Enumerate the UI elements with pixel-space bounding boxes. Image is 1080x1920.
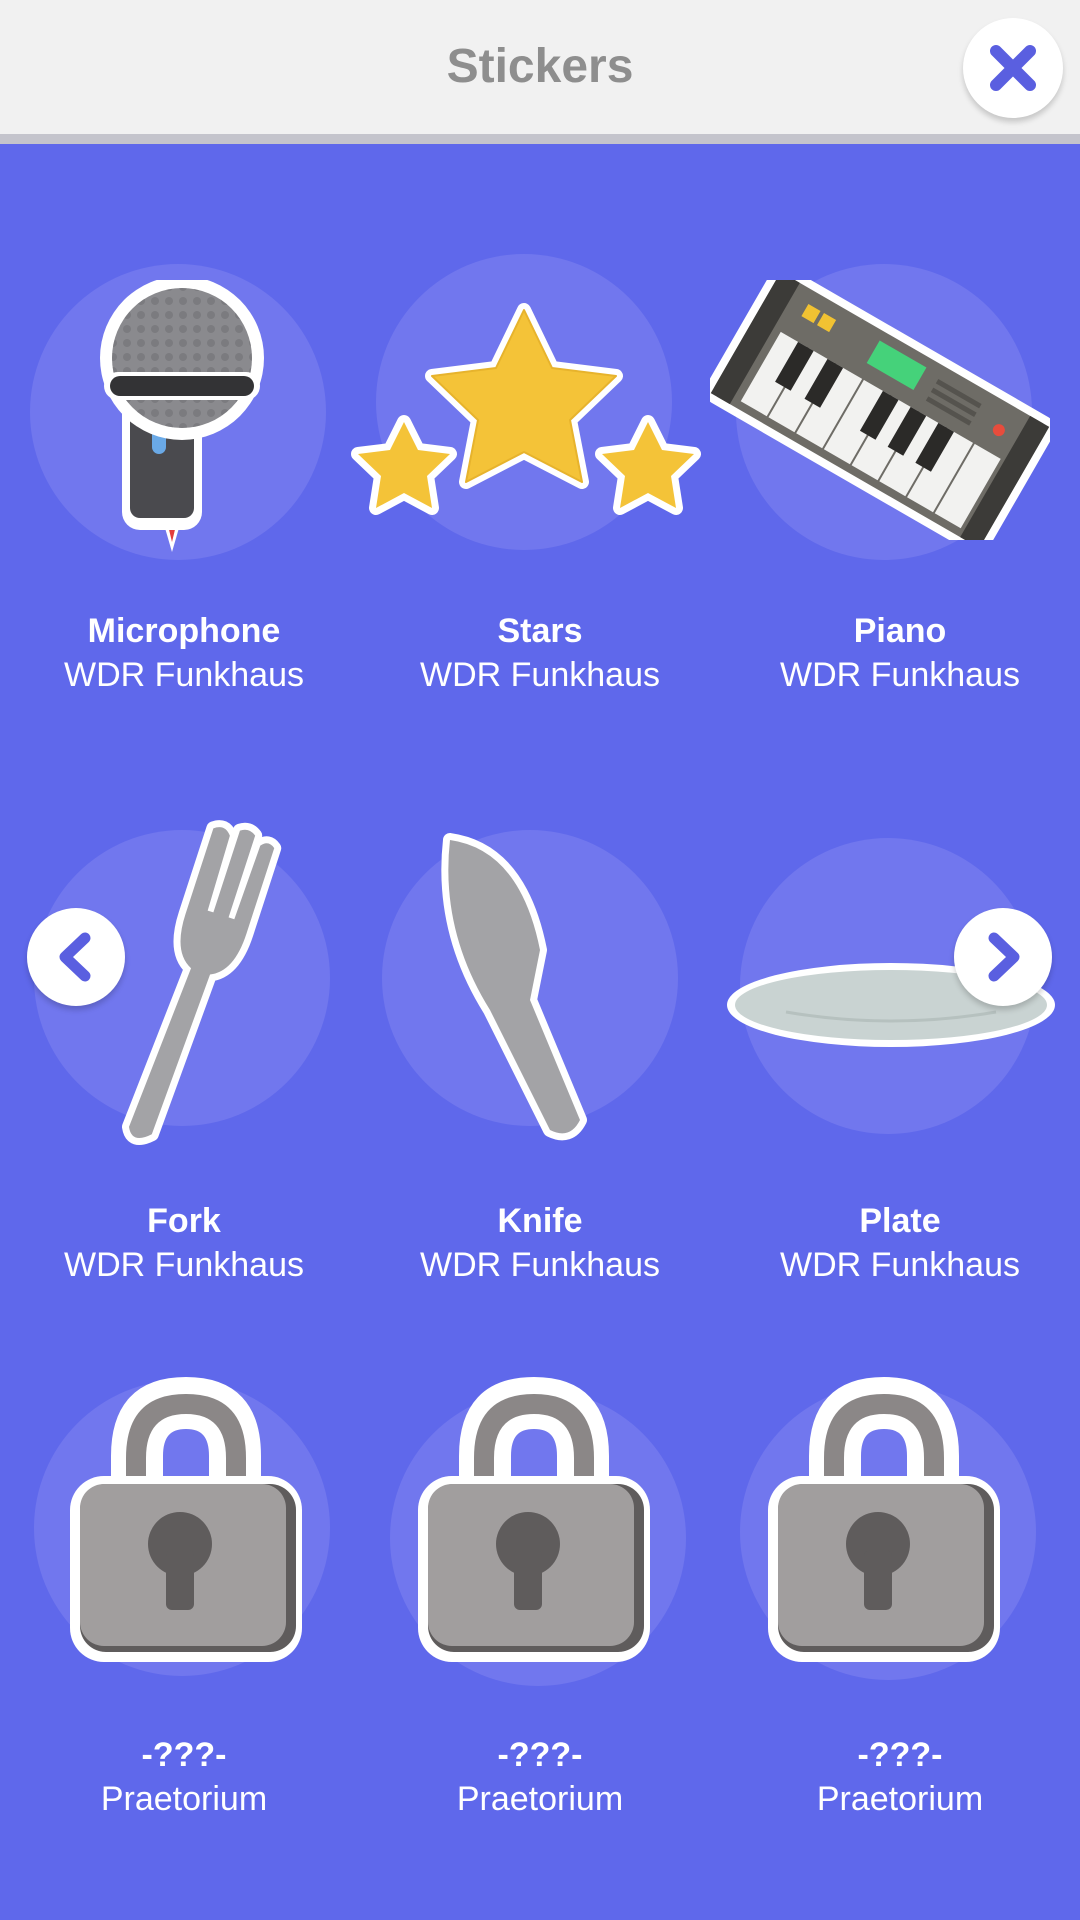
sticker-card-stars[interactable]: Stars WDR Funkhaus (351, 250, 720, 770)
padlock-icon (768, 1376, 1000, 1662)
sticker-name: Piano (853, 612, 947, 650)
sticker-name: Stars (497, 612, 583, 650)
chevron-left-icon (59, 932, 91, 982)
stars-icon (351, 303, 701, 515)
header-divider (0, 134, 1080, 144)
sticker-place: WDR Funkhaus (64, 1246, 304, 1284)
microphone-icon (100, 280, 264, 552)
sticker-name: -???- (141, 1736, 227, 1774)
padlock-icon (70, 1376, 302, 1662)
sticker-place: WDR Funkhaus (64, 656, 304, 694)
fork-icon (121, 820, 282, 1146)
sticker-name: Knife (497, 1202, 583, 1240)
chevron-right-icon (988, 932, 1020, 982)
close-button[interactable] (963, 18, 1063, 118)
sticker-card-plate[interactable]: Plate WDR Funkhaus (720, 830, 1080, 1350)
sticker-card-fork[interactable]: Fork WDR Funkhaus (4, 820, 364, 1350)
sticker-card-knife[interactable]: Knife WDR Funkhaus (360, 830, 720, 1350)
sticker-place: WDR Funkhaus (780, 656, 1020, 694)
sticker-place: Praetorium (100, 1780, 268, 1818)
sticker-card-piano[interactable]: Piano WDR Funkhaus (710, 250, 1080, 770)
padlock-icon (418, 1376, 650, 1662)
sticker-place: WDR Funkhaus (420, 656, 660, 694)
sticker-place: Praetorium (816, 1780, 984, 1818)
sticker-place: Praetorium (456, 1780, 624, 1818)
sticker-place: WDR Funkhaus (780, 1246, 1020, 1284)
sticker-name: Plate (859, 1202, 941, 1240)
close-icon (990, 45, 1036, 91)
page-title: Stickers (446, 40, 634, 93)
piano-icon (710, 280, 1050, 540)
sticker-name: -???- (857, 1736, 943, 1774)
sticker-card-locked-2[interactable]: -???- Praetorium (360, 1376, 720, 1900)
sticker-name: Microphone (87, 612, 281, 650)
previous-page-button[interactable] (27, 908, 125, 1006)
sticker-place: WDR Funkhaus (420, 1246, 660, 1284)
sticker-card-locked-3[interactable]: -???- Praetorium (720, 1376, 1080, 1900)
knife-icon (441, 833, 587, 1141)
sticker-card-microphone[interactable]: Microphone WDR Funkhaus (4, 250, 364, 770)
sticker-card-locked-1[interactable]: -???- Praetorium (4, 1376, 364, 1900)
sticker-name: Fork (147, 1202, 221, 1240)
sticker-name: -???- (497, 1736, 583, 1774)
next-page-button[interactable] (954, 908, 1052, 1006)
